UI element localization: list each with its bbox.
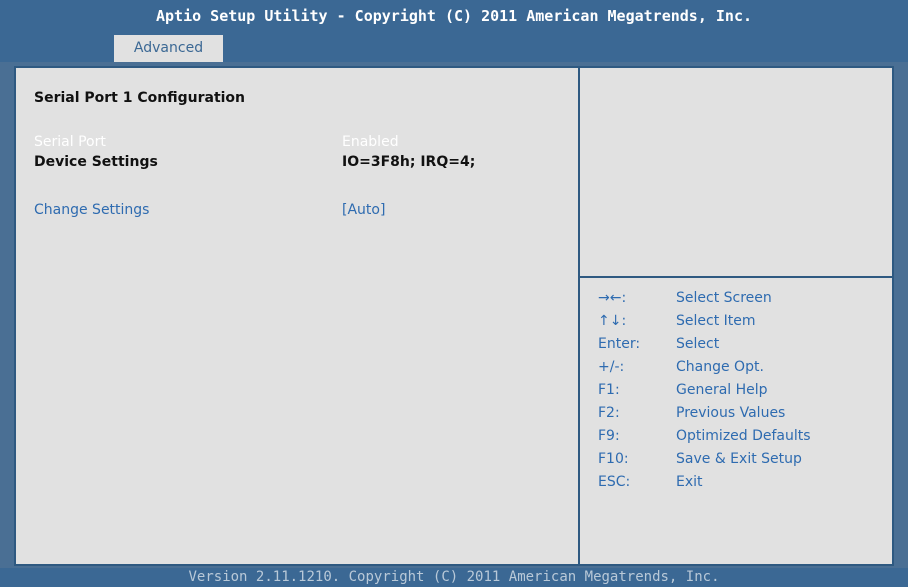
section-title: Serial Port 1 Configuration (34, 90, 246, 106)
key-description: Exit (676, 474, 703, 490)
key-help-row: ↑↓: Select Item (598, 313, 888, 335)
key-description: General Help (676, 382, 768, 398)
serial-port-value: Enabled (342, 134, 399, 150)
key-help-row: →←: Select Screen (598, 290, 888, 312)
key-help-row: +/-: Change Opt. (598, 359, 888, 381)
tab-bar: Advanced (0, 32, 908, 62)
key-label: F10: (598, 451, 629, 467)
key-description: Select (676, 336, 720, 352)
key-label: ESC: (598, 474, 631, 490)
item-help-box (580, 68, 892, 278)
key-help-row: F10: Save & Exit Setup (598, 451, 888, 473)
key-help-row: F2: Previous Values (598, 405, 888, 427)
change-settings-option[interactable]: Change Settings (34, 202, 149, 218)
key-help-row: F9: Optimized Defaults (598, 428, 888, 450)
key-description: Previous Values (676, 405, 786, 421)
key-label: F1: (598, 382, 620, 398)
key-label: +/-: (598, 359, 625, 375)
help-panel: →←: Select Screen ↑↓: Select Item Enter:… (580, 68, 892, 564)
key-help-row: Enter: Select (598, 336, 888, 358)
key-description: Select Screen (676, 290, 772, 306)
key-label: →←: (598, 290, 627, 306)
serial-port-label: Serial Port (34, 134, 106, 150)
device-settings-label: Device Settings (34, 154, 158, 170)
change-settings-value[interactable]: [Auto] (342, 202, 385, 218)
key-label: F9: (598, 428, 620, 444)
key-label: F2: (598, 405, 620, 421)
tab-advanced[interactable]: Advanced (114, 35, 223, 62)
settings-panel: Serial Port 1 Configuration Serial Port … (16, 68, 580, 564)
key-label: ↑↓: (598, 313, 627, 329)
key-description: Select Item (676, 313, 756, 329)
key-description: Optimized Defaults (676, 428, 811, 444)
key-help-row: F1: General Help (598, 382, 888, 404)
title-bar: Aptio Setup Utility - Copyright (C) 2011… (0, 0, 908, 32)
key-help-row: ESC: Exit (598, 474, 888, 496)
bios-screen: Aptio Setup Utility - Copyright (C) 2011… (0, 0, 908, 587)
key-description: Save & Exit Setup (676, 451, 802, 467)
key-label: Enter: (598, 336, 641, 352)
footer-version: Version 2.11.1210. Copyright (C) 2011 Am… (0, 568, 908, 587)
device-settings-value: IO=3F8h; IRQ=4; (342, 154, 476, 170)
content-frame: Serial Port 1 Configuration Serial Port … (14, 66, 894, 566)
key-description: Change Opt. (676, 359, 764, 375)
